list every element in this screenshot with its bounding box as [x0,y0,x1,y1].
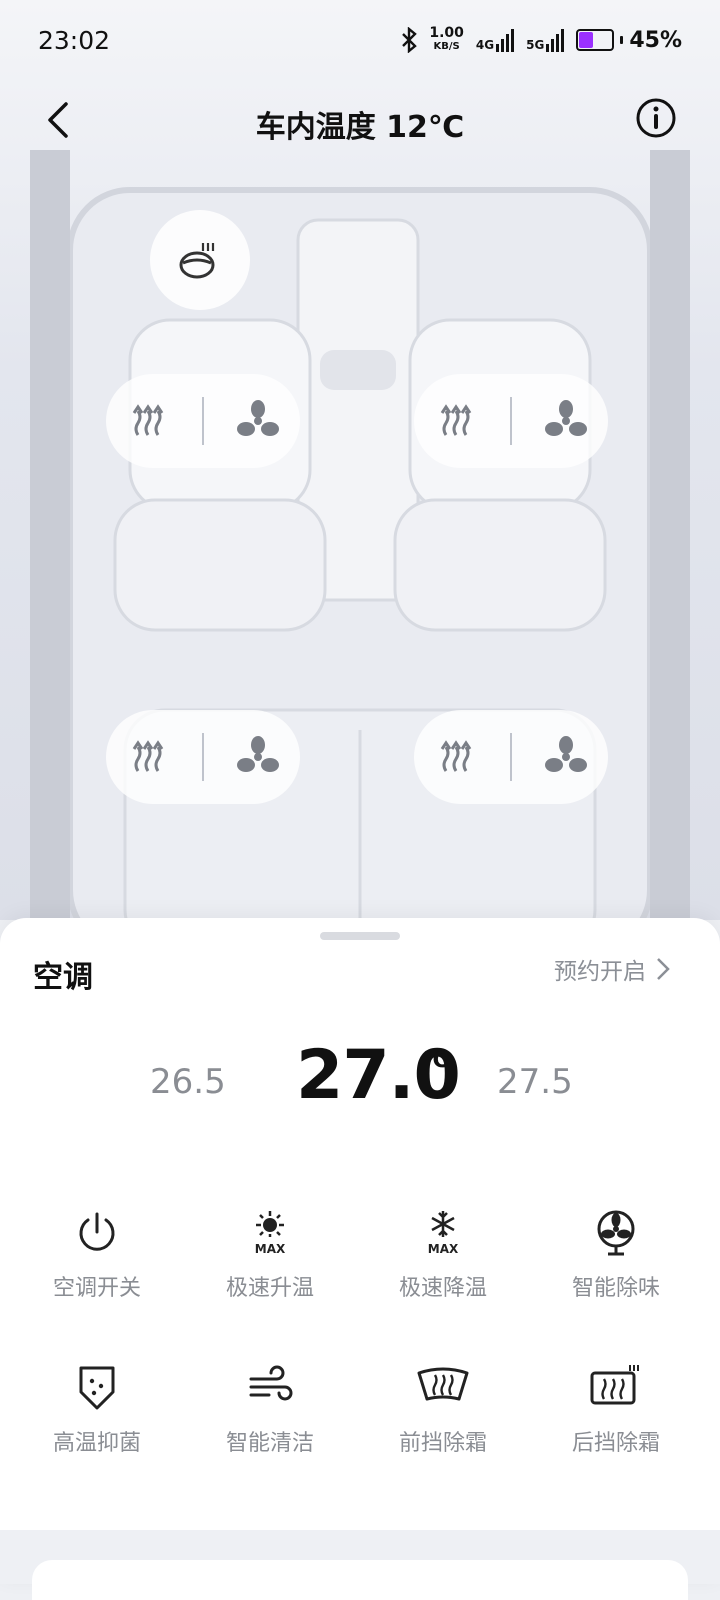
wind-icon [249,1365,293,1401]
status-icons: 1.00 KB/S 4G 5G 45% [401,26,682,54]
temp-option-higher[interactable]: 27.5 [497,1062,573,1102]
battery-percent: 45% [629,27,682,53]
seat-ventilation-button[interactable] [536,727,596,787]
smart-clean-button[interactable]: 智能清洁 [183,1363,357,1473]
temperature-picker[interactable]: 26.5 27.0 ℃ 27.5 [0,1018,720,1148]
signal-bars-icon [546,28,565,52]
seat-heat-button[interactable] [118,727,178,787]
signal-4g: 4G [475,28,515,52]
func-label: 智能除味 [571,1276,660,1301]
signal-5g: 5G [526,28,565,52]
network-speed: 1.00 KB/S [429,26,464,54]
seat-heat-button[interactable] [426,727,486,787]
front-defrost-icon [417,1367,469,1401]
climate-panel: 空调 预约开启 26.5 27.0 ℃ 27.5 空调开关 MAX 极速升温 M… [0,918,720,1584]
sun-max-icon: MAX [255,1211,286,1256]
func-label: 空调开关 [52,1276,141,1301]
battery-icon [576,29,615,51]
steering-heat-icon [179,243,215,279]
snow-max-icon: MAX [428,1211,459,1256]
temp-unit: ℃ [422,1048,449,1073]
seat-rear-left-controls [106,710,300,804]
svg-text:MAX: MAX [428,1242,459,1256]
seat-heat-icon [440,740,472,772]
info-button[interactable] [634,96,678,140]
front-defrost-button[interactable]: 前挡除霜 [356,1363,530,1473]
sheet-drag-handle[interactable] [320,932,400,940]
seat-heat-icon [132,404,164,436]
page-title: 车内温度 12℃ [255,110,465,145]
high-temp-sterilize-button[interactable]: 高温抑菌 [10,1363,184,1473]
signal-bars-icon [496,28,515,52]
seat-heat-icon [440,404,472,436]
seat-ventilation-button[interactable] [228,727,288,787]
battery-indicator: 45% [576,28,682,53]
schedule-button[interactable]: 预约开启 [554,952,670,986]
status-bar: 23:02 1.00 KB/S 4G 5G 45% [0,0,720,80]
fan-icon [545,736,587,772]
seat-rear-right-controls [414,710,608,804]
seat-heat-button[interactable] [426,391,486,451]
func-label: 前挡除霜 [398,1431,487,1456]
signal-4g-label: 4G [475,37,495,52]
seat-ventilation-button[interactable] [228,391,288,451]
func-label: 极速降温 [398,1276,487,1301]
svg-text:MAX: MAX [255,1242,286,1256]
status-time: 23:02 [38,25,111,55]
signal-5g-label: 5G [526,37,545,52]
fan-icon [237,736,279,772]
ac-power-button[interactable]: 空调开关 [10,1208,184,1318]
temp-option-lower[interactable]: 26.5 [150,1062,226,1102]
speed-unit: KB/S [433,41,460,52]
shield-icon [79,1366,115,1410]
panel-title: 空调 [33,960,93,995]
fan-icon [545,400,587,436]
chevron-right-icon [657,958,670,980]
rapid-heat-button[interactable]: MAX 极速升温 [183,1208,357,1318]
func-label: 智能清洁 [225,1431,314,1456]
rear-defrost-button[interactable]: 后挡除霜 [529,1363,703,1473]
seat-front-right-controls [414,374,608,468]
speed-value: 1.00 [429,25,464,41]
func-label: 后挡除霜 [571,1431,660,1456]
bluetooth-icon [402,27,418,53]
seat-ventilation-button[interactable] [536,391,596,451]
smart-deodorize-button[interactable]: 智能除味 [529,1208,703,1318]
page-header: 车内温度 12℃ [0,80,720,160]
fan-icon [237,400,279,436]
steering-wheel-heat-button[interactable] [150,210,250,310]
func-label: 高温抑菌 [52,1431,141,1456]
seat-heat-button[interactable] [118,391,178,451]
schedule-label: 预约开启 [554,959,646,985]
rapid-cool-button[interactable]: MAX 极速降温 [356,1208,530,1318]
seat-front-left-controls [106,374,300,468]
seat-heat-icon [132,740,164,772]
func-label: 极速升温 [225,1276,314,1301]
next-section-card [32,1560,688,1600]
car-interior-illustration [30,150,690,920]
power-icon [79,1212,115,1251]
rear-defrost-icon [590,1365,639,1405]
info-icon [636,98,676,138]
fan-icon [597,1210,635,1256]
